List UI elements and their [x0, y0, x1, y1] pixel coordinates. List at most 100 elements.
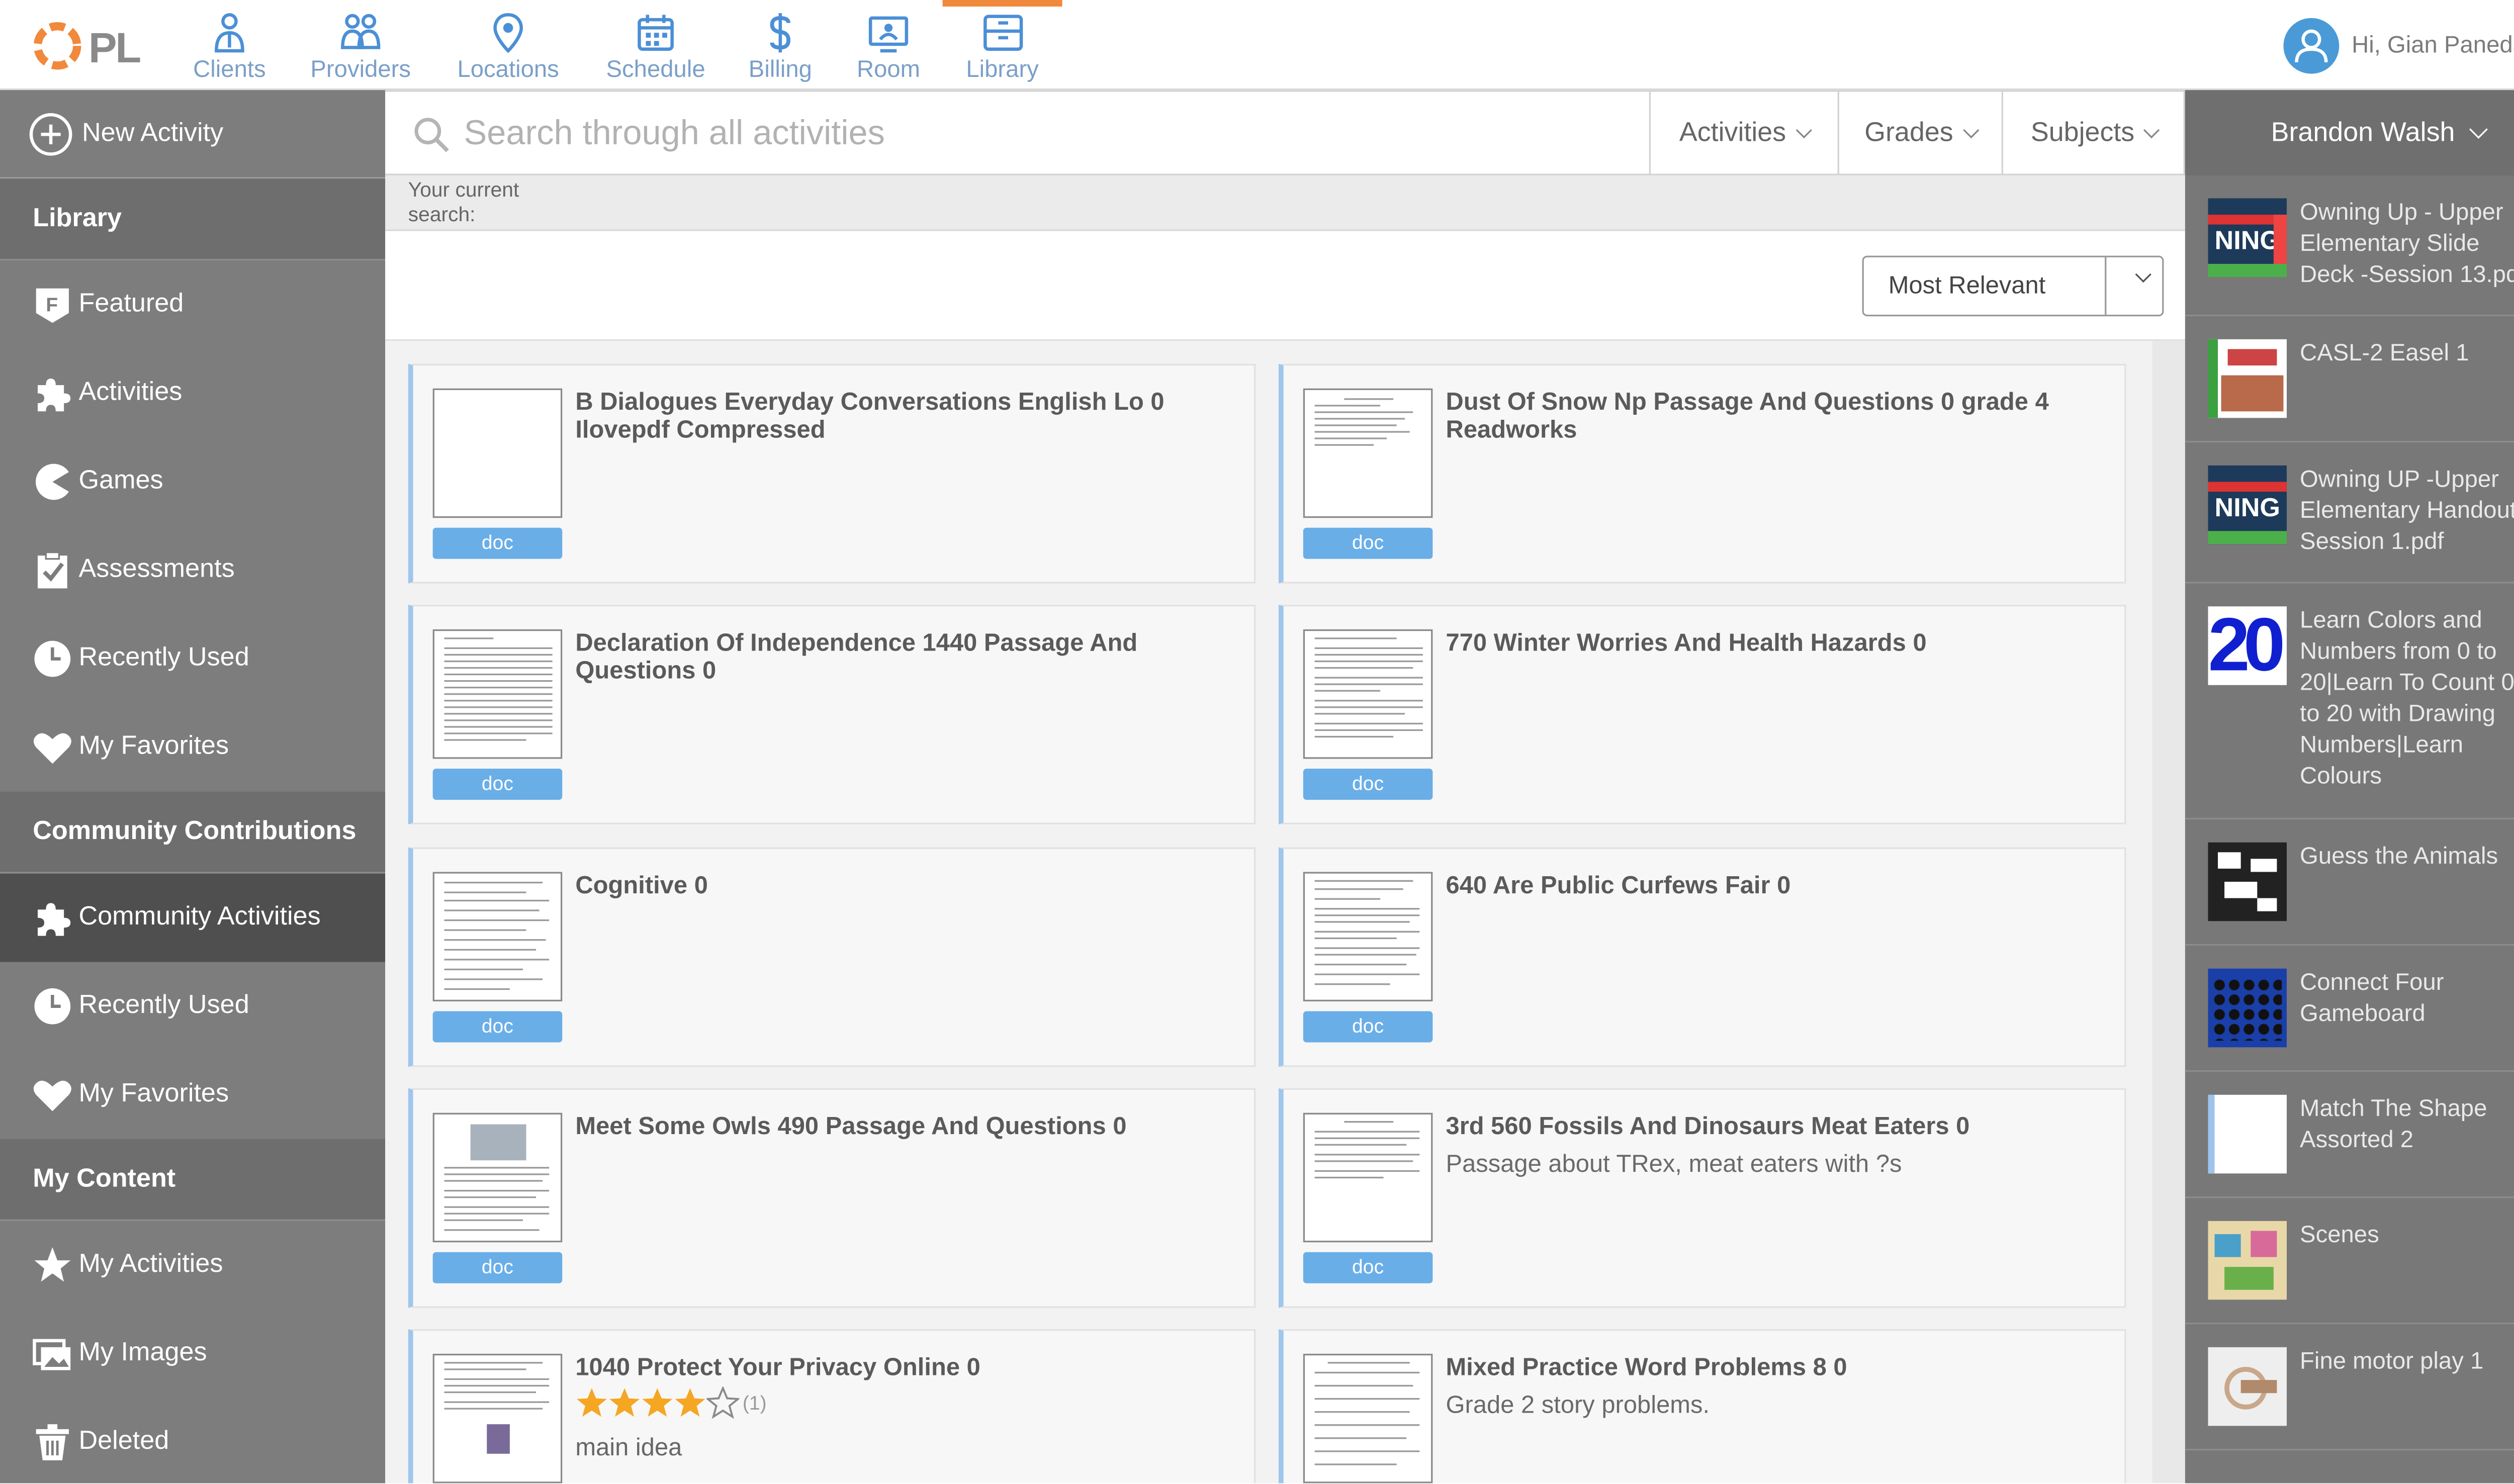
avatar [2283, 18, 2339, 74]
chevron-down-icon [1962, 122, 1979, 139]
sidebar-item-featured[interactable]: F Featured [0, 260, 386, 349]
activity-card[interactable]: doc Cognitive 0 [408, 847, 1256, 1067]
nav-schedule[interactable]: Schedule [600, 0, 711, 90]
trash-icon [36, 1424, 69, 1460]
activity-card[interactable]: doc 770 Winter Worries And Health Hazard… [1278, 605, 2126, 824]
sidebar-item-recently-used[interactable]: Recently Used [0, 614, 386, 703]
sidebar-item-activities[interactable]: Activities [0, 349, 386, 438]
recent-item[interactable]: Guess the Animals [2185, 819, 2514, 946]
filter-activities-dropdown[interactable]: Activities [1649, 91, 1838, 175]
sidebar-item-my-activities[interactable]: My Activities [0, 1221, 386, 1310]
doc-badge: doc [432, 1252, 563, 1283]
sidebar-item-assessments[interactable]: Assessments [0, 526, 386, 615]
activity-title: Declaration Of Independence 1440 Passage… [575, 629, 1138, 685]
featured-icon: F [36, 288, 69, 323]
filter-grades-dropdown[interactable]: Grades [1837, 91, 2002, 175]
recent-item[interactable]: Scenes [2185, 1198, 2514, 1325]
sidebar-item-community-recently-used[interactable]: Recently Used [0, 962, 386, 1051]
providers-icon [341, 14, 381, 49]
sort-select[interactable]: Most Relevant [1862, 255, 2164, 317]
results-grid: doc B Dialogues Everyday Conversations E… [385, 341, 2152, 1483]
recent-item[interactable]: NING Owning UP -Upper Elementary Handout… [2185, 442, 2514, 584]
recent-item-thumbnail [2208, 1347, 2287, 1426]
activity-card[interactable]: 1040 Protect Your Privacy Online 0 (1) m… [408, 1329, 1256, 1483]
sidebar-item-label: Deleted [78, 1427, 169, 1456]
star-icon [34, 1247, 71, 1282]
search-bar: Activities Grades Subjects [385, 90, 2185, 175]
nav-providers[interactable]: Providers [305, 0, 416, 90]
library-icon [982, 15, 1022, 51]
chevron-down-icon [2143, 122, 2160, 139]
doc-badge: doc [1303, 1011, 1433, 1043]
activity-card[interactable]: Mixed Practice Word Problems 8 0 Grade 2… [1278, 1329, 2126, 1483]
search-icon [414, 118, 449, 152]
heart-icon [33, 733, 71, 764]
dollar-icon [770, 13, 791, 53]
sidebar-heading-library: Library [0, 178, 386, 261]
client-selector[interactable]: Brandon Walsh [2185, 90, 2514, 175]
activity-thumbnail [1303, 388, 1433, 518]
nav-locations[interactable]: Locations [451, 0, 566, 90]
filter-label: Grades [1864, 118, 1953, 148]
sidebar-item-community-activities[interactable]: Community Activities [0, 873, 386, 962]
activity-card[interactable]: doc B Dialogues Everyday Conversations E… [408, 363, 1256, 584]
activity-description: Passage about TRex, meat eaters with ?s [1446, 1150, 1902, 1179]
nav-room[interactable]: Room [849, 0, 928, 90]
sidebar-item-label: Activities [78, 379, 183, 407]
puzzle-icon [37, 903, 71, 936]
nav-billing[interactable]: Billing [741, 0, 820, 90]
recent-item-thumbnail: NING [2208, 465, 2287, 544]
current-search-bar: Your current search: [385, 175, 2185, 231]
sort-row: Most Relevant [385, 231, 2185, 341]
recent-item-title: Scenes [2300, 1223, 2379, 1249]
results-scrollbar[interactable] [2152, 341, 2185, 1483]
sidebar-item-community-favorites[interactable]: My Favorites [0, 1050, 386, 1139]
sidebar-item-my-images[interactable]: My Images [0, 1309, 386, 1398]
activity-card[interactable]: doc Declaration Of Independence 1440 Pas… [408, 605, 1256, 824]
activity-card[interactable]: doc Dust Of Snow Np Passage And Question… [1278, 363, 2126, 584]
activity-thumbnail [432, 629, 563, 759]
doc-badge: doc [1303, 769, 1433, 800]
user-greeting: Hi, Gian Paneda [2352, 33, 2514, 59]
pacman-icon [36, 463, 69, 500]
recent-item[interactable]: 20 Learn Colors and Numbers from 0 to 20… [2185, 584, 2514, 820]
recent-item[interactable]: Fine motor play 1 [2185, 1324, 2514, 1451]
filter-subjects-dropdown[interactable]: Subjects [2001, 91, 2185, 175]
logo[interactable]: PL [30, 17, 144, 75]
calendar-icon [638, 15, 674, 51]
recent-item-title: Owning Up - Upper Elementary Slide Deck … [2300, 200, 2514, 289]
user-menu[interactable]: Hi, Gian Paneda [2283, 17, 2514, 75]
doc-badge: doc [432, 769, 563, 800]
activity-card[interactable]: doc 3rd 560 Fossils And Dinosaurs Meat E… [1278, 1088, 2126, 1308]
activity-thumbnail [432, 1112, 563, 1243]
activity-title: 3rd 560 Fossils And Dinosaurs Meat Eater… [1446, 1112, 1970, 1141]
client-panel: Brandon Walsh NING Owning Up - Upper Ele… [2185, 90, 2514, 1483]
sidebar-item-games[interactable]: Games [0, 437, 386, 526]
location-pin-icon [493, 13, 523, 53]
sidebar-item-label: Games [78, 467, 163, 495]
activity-card[interactable]: doc Meet Some Owls 490 Passage And Quest… [408, 1088, 1256, 1308]
recent-item[interactable]: NING Owning Up - Upper Elementary Slide … [2185, 175, 2514, 317]
sort-divider [2105, 257, 2107, 315]
star-filled-icon [675, 1388, 705, 1417]
activity-title: Cognitive 0 [575, 872, 708, 900]
nav-clients[interactable]: Clients [184, 0, 276, 90]
recent-item-title: Guess the Animals [2300, 844, 2498, 871]
activity-thumbnail [1303, 1112, 1433, 1243]
chevron-down-icon [2468, 120, 2487, 139]
star-filled-icon [576, 1388, 607, 1417]
sidebar-item-deleted[interactable]: Deleted [0, 1398, 386, 1483]
images-icon [33, 1339, 71, 1370]
recent-item[interactable]: Connect Four Gameboard [2185, 946, 2514, 1072]
recent-item[interactable]: Match The Shape Assorted 2 [2185, 1072, 2514, 1198]
activity-thumbnail [1303, 872, 1433, 1001]
sidebar-item-my-favorites[interactable]: My Favorites [0, 703, 386, 792]
room-icon [868, 16, 909, 53]
recent-item[interactable]: CASL-2 Easel 1 [2185, 316, 2514, 443]
search-input[interactable] [464, 105, 1611, 164]
activity-card[interactable]: doc 640 Are Public Curfews Fair 0 [1278, 847, 2126, 1067]
new-activity-button[interactable]: New Activity [0, 90, 386, 179]
nav-library[interactable]: Library [942, 0, 1062, 90]
nav-label: Locations [457, 57, 559, 84]
filter-label: Subjects [2030, 118, 2135, 148]
